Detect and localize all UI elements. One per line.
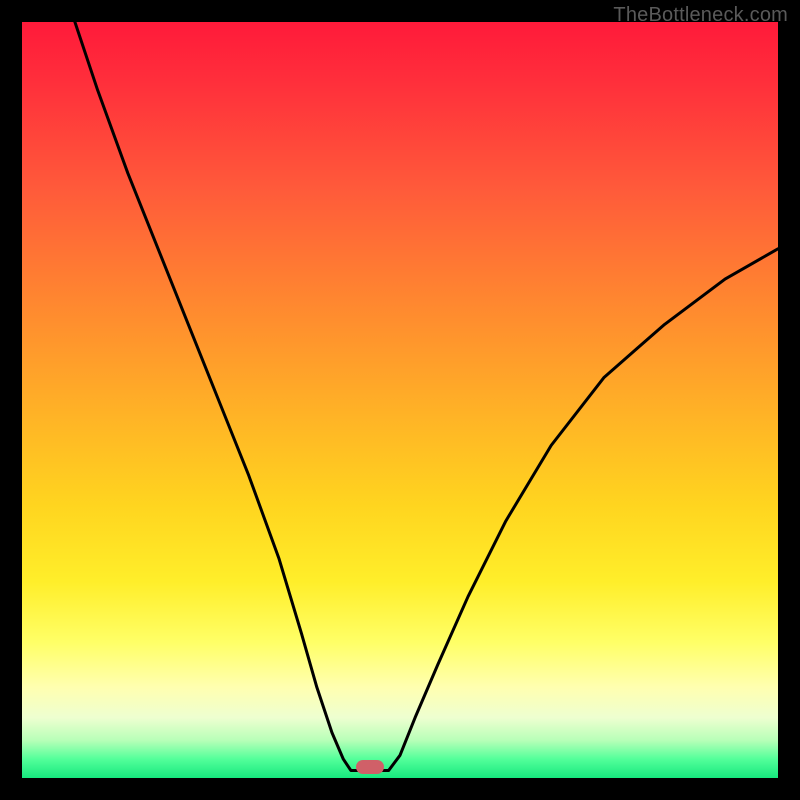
watermark-text: TheBottleneck.com <box>613 4 788 27</box>
minimum-marker <box>356 760 384 774</box>
bottleneck-curve <box>75 22 778 770</box>
curve-layer <box>22 22 778 778</box>
plot-area <box>22 22 778 778</box>
chart-root: TheBottleneck.com <box>0 0 800 800</box>
